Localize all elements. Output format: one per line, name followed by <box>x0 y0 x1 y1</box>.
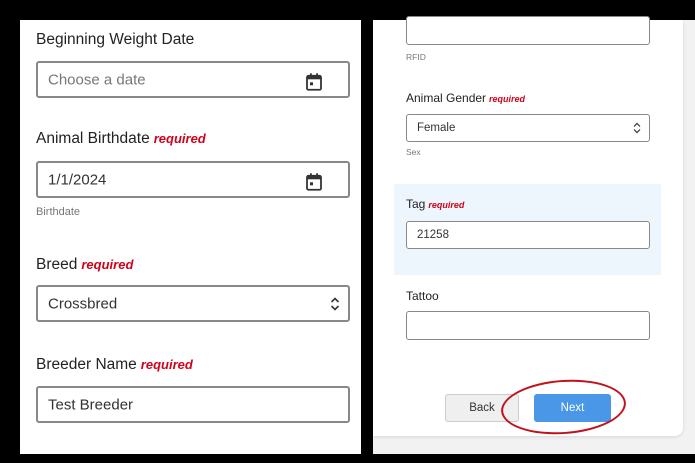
required-marker: required <box>153 131 206 146</box>
required-marker: required <box>489 94 526 104</box>
sex-help-text: Sex <box>406 147 421 157</box>
animal-gender-select[interactable]: Female <box>406 114 650 142</box>
left-form-panel: Beginning Weight Date Choose a date Anim… <box>20 20 361 454</box>
birthdate-help-text: Birthdate <box>36 206 81 218</box>
select-arrows-icon <box>330 296 340 311</box>
rfid-input[interactable] <box>406 16 650 45</box>
highlight-circle-annotation <box>499 375 628 439</box>
form-card: RFID Animal Gender required Female Sex Ta… <box>373 16 683 439</box>
breed-value: Crossbred <box>48 295 118 312</box>
tattoo-input[interactable] <box>406 311 650 340</box>
right-form-panel: RFID Animal Gender required Female Sex Ta… <box>373 16 695 454</box>
required-marker: required <box>428 200 465 210</box>
tattoo-label: Tattoo <box>406 289 439 303</box>
breed-select[interactable]: Crossbred <box>36 285 350 322</box>
breeder-name-value: Test Breeder <box>48 396 134 413</box>
animal-gender-value: Female <box>417 122 456 134</box>
animal-birthdate-label: Animal Birthdate required <box>36 130 206 147</box>
beginning-weight-date-placeholder: Choose a date <box>48 71 146 88</box>
animal-gender-label: Animal Gender required <box>406 91 526 105</box>
rfid-help-text: RFID <box>406 52 426 62</box>
breeder-name-input[interactable]: Test Breeder <box>36 386 350 423</box>
tag-input[interactable]: 21258 <box>406 221 650 249</box>
required-marker: required <box>81 257 134 272</box>
breed-label: Breed required <box>36 256 134 273</box>
tag-value: 21258 <box>417 229 449 241</box>
calendar-icon[interactable] <box>306 72 322 91</box>
required-marker: required <box>140 357 193 372</box>
breeder-name-label: Breeder Name required <box>36 356 193 373</box>
tag-label: Tag required <box>406 197 465 211</box>
calendar-icon[interactable] <box>306 172 322 191</box>
select-arrows-icon <box>633 122 641 134</box>
beginning-weight-date-label: Beginning Weight Date <box>36 31 195 48</box>
animal-birthdate-input[interactable]: 1/1/2024 <box>36 161 350 198</box>
beginning-weight-date-input[interactable]: Choose a date <box>36 61 350 98</box>
animal-birthdate-value: 1/1/2024 <box>48 171 107 188</box>
